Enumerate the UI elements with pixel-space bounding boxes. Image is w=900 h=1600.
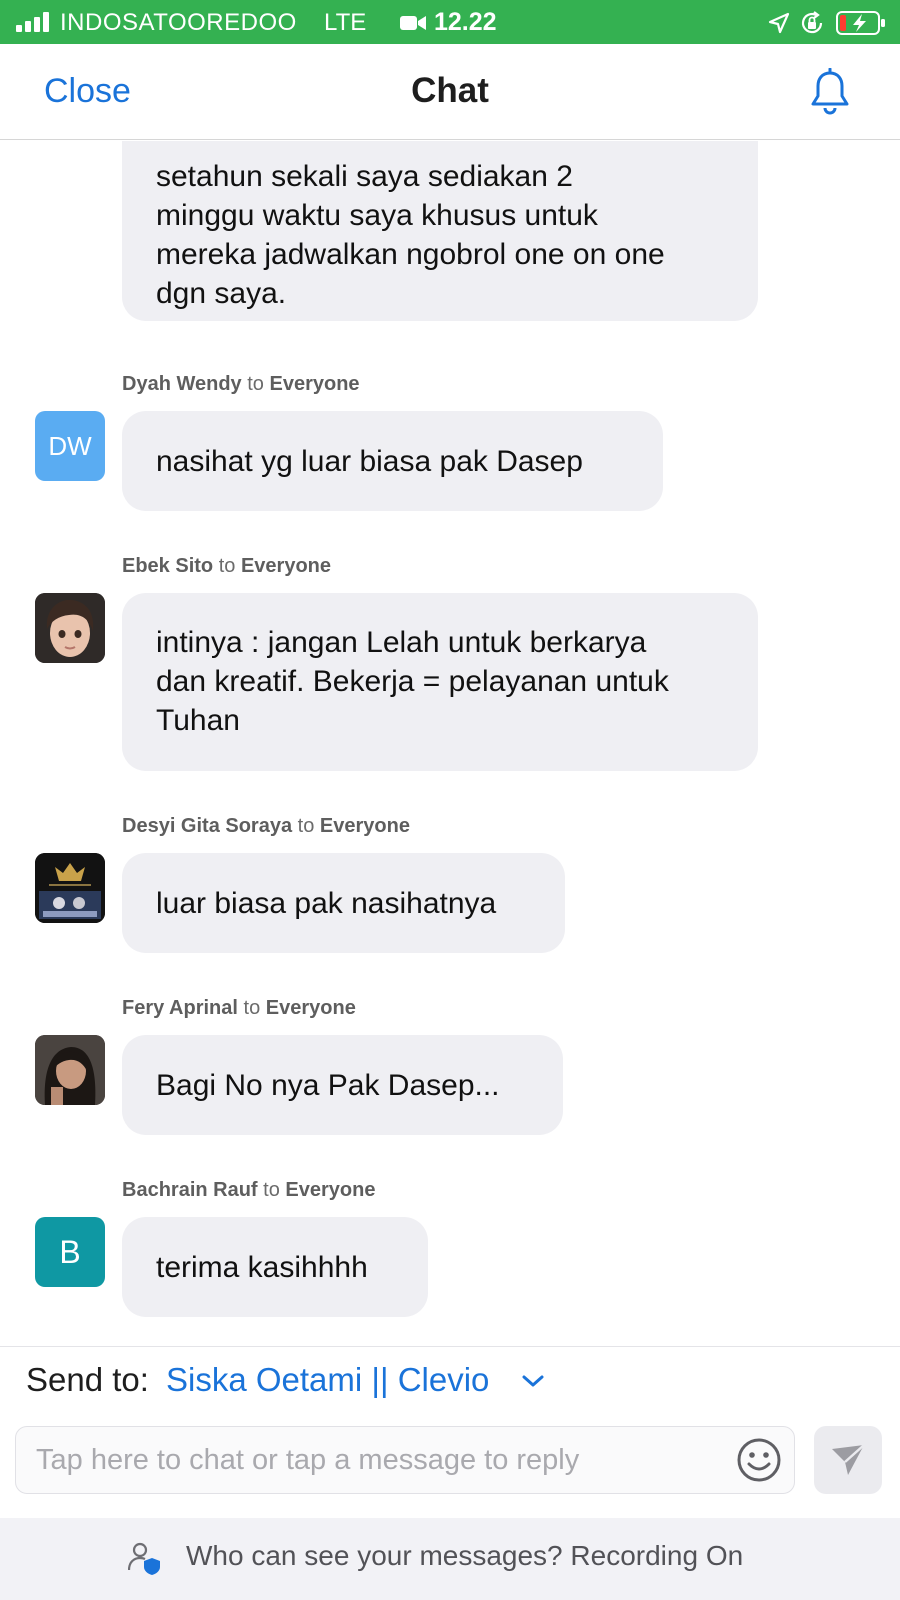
emoji-icon[interactable] [736, 1437, 782, 1483]
message-text: nasihat yg luar biasa pak Dasep [156, 445, 583, 478]
send-icon [832, 1444, 865, 1475]
recording-notice[interactable]: Who can see your messages? Recording On [186, 1540, 743, 1572]
avatar-initials: B [59, 1233, 81, 1270]
avatar: DW [35, 411, 105, 481]
carrier-name: INDOSATOOREDOO [60, 9, 297, 36]
signal-icon [16, 12, 50, 32]
to-label: to [247, 373, 264, 395]
avatar [35, 853, 105, 923]
sender-name: Ebek Sito [122, 555, 214, 577]
avatar-photo [35, 853, 105, 923]
message-bubble[interactable]: setahun sekali saya sediakan 2 minggu wa… [122, 141, 758, 321]
rotation-lock-icon [801, 11, 823, 34]
page-title: Chat [411, 71, 489, 110]
to-label: to [243, 997, 261, 1019]
recipient-name: Everyone [269, 373, 360, 395]
send-button[interactable] [814, 1426, 882, 1494]
message-sender-line: Ebek Sito to Everyone [122, 555, 331, 578]
sender-name: Fery Aprinal [122, 997, 238, 1019]
location-arrow-icon [768, 12, 790, 34]
to-label: to [297, 815, 315, 837]
avatar [35, 1035, 105, 1105]
to-label: to [218, 555, 236, 577]
recipient-name: Everyone [240, 555, 332, 577]
send-to-recipient-selector[interactable]: Siska Oetami || Clevio [166, 1361, 489, 1399]
chat-input[interactable] [36, 1427, 716, 1493]
message-text-line: intinya : jangan Lelah untuk berkarya [156, 626, 647, 659]
avatar-initials: DW [48, 430, 92, 461]
recipient-name: Everyone [319, 815, 410, 837]
message-sender-line: Desyi Gita Soraya to Everyone [122, 815, 410, 838]
chat-header: Close Chat [0, 44, 900, 140]
message-text: luar biasa pak nasihatnya [156, 887, 497, 920]
message-text-line: mereka jadwalkan ngobrol one on one [156, 238, 665, 271]
to-label: to [263, 1179, 280, 1201]
sender-name: Desyi Gita Soraya [122, 815, 293, 837]
avatar-photo [35, 1035, 105, 1105]
message-bubble[interactable]: intinya : jangan Lelah untuk berkarya da… [122, 593, 758, 771]
chevron-down-icon[interactable] [520, 1373, 546, 1389]
chat-input-container [15, 1426, 795, 1494]
message-text: Bagi No nya Pak Dasep... [156, 1069, 500, 1102]
message-bubble[interactable]: Bagi No nya Pak Dasep... [122, 1035, 563, 1135]
user-shield-icon [128, 1542, 160, 1575]
message-text-line: dgn saya. [156, 277, 287, 310]
message-sender-line: Dyah Wendy to Everyone [122, 373, 360, 396]
message-text-line: Tuhan [156, 704, 240, 737]
status-time: 12.22 [434, 8, 497, 36]
send-to-label: Send to: [26, 1361, 149, 1398]
battery-charging-icon [836, 11, 885, 35]
message-text-line: minggu waktu saya khusus untuk [156, 199, 598, 232]
recipient-name: Everyone [265, 997, 356, 1019]
avatar-photo [35, 593, 105, 663]
recipient-name: Everyone [285, 1179, 376, 1201]
message-sender-line: Fery Aprinal to Everyone [122, 997, 356, 1020]
message-text: terima kasihhhh [156, 1251, 368, 1284]
sender-name: Bachrain Rauf [122, 1179, 258, 1201]
status-bar: INDOSATOOREDOO LTE 12.22 [0, 0, 900, 44]
network-type: LTE [324, 9, 367, 36]
message-bubble[interactable]: luar biasa pak nasihatnya [122, 853, 565, 953]
privacy-footer[interactable]: Who can see your messages? Recording On [0, 1518, 900, 1600]
avatar: B [35, 1217, 105, 1287]
send-to-bar: Send to: Siska Oetami || Clevio [0, 1346, 900, 1410]
video-camera-icon [400, 16, 426, 30]
message-sender-line: Bachrain Rauf to Everyone [122, 1179, 375, 1202]
bell-icon[interactable] [808, 68, 852, 116]
message-text-line: setahun sekali saya sediakan 2 [156, 160, 573, 193]
sender-name: Dyah Wendy [122, 373, 242, 395]
chat-message-list[interactable]: setahun sekali saya sediakan 2 minggu wa… [0, 141, 900, 1346]
message-bubble[interactable]: nasihat yg luar biasa pak Dasep [122, 411, 663, 511]
avatar [35, 593, 105, 663]
message-text-line: dan kreatif. Bekerja = pelayanan untuk [156, 665, 669, 698]
message-bubble[interactable]: terima kasihhhh [122, 1217, 428, 1317]
